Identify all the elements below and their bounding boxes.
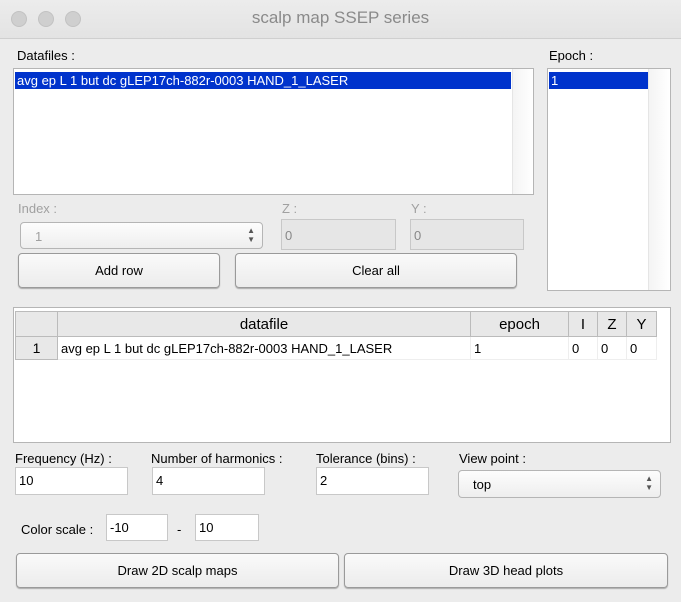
datafiles-scrollbar[interactable] xyxy=(512,69,533,194)
y-label: Y : xyxy=(411,201,427,216)
tolerance-field[interactable]: 2 xyxy=(316,467,429,495)
column-header-datafile[interactable]: datafile xyxy=(57,311,471,337)
updown-arrows-icon: ▲ ▼ xyxy=(645,474,653,492)
epoch-scrollbar[interactable] xyxy=(648,69,670,290)
column-header-epoch[interactable]: epoch xyxy=(470,311,569,337)
frequency-label: Frequency (Hz) : xyxy=(15,451,112,466)
z-field[interactable]: 0 xyxy=(281,219,396,250)
table-row[interactable]: 1 avg ep L 1 but dc gLEP17ch-882r-0003 H… xyxy=(15,336,657,360)
colorscale-separator: - xyxy=(177,522,182,537)
row-number[interactable]: 1 xyxy=(15,336,58,360)
index-value: 1 xyxy=(35,229,43,244)
epoch-item[interactable]: 1 xyxy=(549,72,648,89)
datafiles-label: Datafiles : xyxy=(17,48,75,63)
column-header-y[interactable]: Y xyxy=(626,311,657,337)
harmonics-label: Number of harmonics : xyxy=(151,451,283,466)
column-header-z[interactable]: Z xyxy=(597,311,627,337)
draw-3d-head-plots-button[interactable]: Draw 3D head plots xyxy=(344,553,668,588)
table-header: datafile epoch I Z Y xyxy=(15,311,657,337)
colorscale-label: Color scale : xyxy=(21,522,94,537)
index-label: Index : xyxy=(18,201,58,216)
column-header-i[interactable]: I xyxy=(568,311,598,337)
row-header-corner xyxy=(15,311,58,337)
colorscale-min-field[interactable]: -10 xyxy=(106,514,168,541)
harmonics-field[interactable]: 4 xyxy=(152,467,265,495)
series-table[interactable]: datafile epoch I Z Y 1 avg ep L 1 but dc… xyxy=(13,307,671,443)
draw-2d-scalp-maps-button[interactable]: Draw 2D scalp maps xyxy=(16,553,339,588)
epoch-listbox[interactable]: 1 xyxy=(547,68,671,291)
add-row-button[interactable]: Add row xyxy=(18,253,220,288)
colorscale-max-field[interactable]: 10 xyxy=(195,514,259,541)
tolerance-label: Tolerance (bins) : xyxy=(316,451,416,466)
cell-datafile[interactable]: avg ep L 1 but dc gLEP17ch-882r-0003 HAN… xyxy=(57,336,471,360)
z-label: Z : xyxy=(282,201,298,216)
cell-i[interactable]: 0 xyxy=(568,336,598,360)
viewpoint-label: View point : xyxy=(459,451,526,466)
updown-arrows-icon: ▲ ▼ xyxy=(247,226,255,244)
datafiles-listbox[interactable]: avg ep L 1 but dc gLEP17ch-882r-0003 HAN… xyxy=(13,68,534,195)
viewpoint-value: top xyxy=(473,477,492,492)
window-title: scalp map SSEP series xyxy=(251,8,430,27)
cell-epoch[interactable]: 1 xyxy=(470,336,569,360)
viewpoint-select[interactable]: top ▲ ▼ xyxy=(458,470,661,498)
index-select[interactable]: 1 ▲ ▼ xyxy=(20,222,263,249)
epoch-label: Epoch : xyxy=(549,48,594,63)
cell-z[interactable]: 0 xyxy=(597,336,627,360)
clear-all-button[interactable]: Clear all xyxy=(235,253,517,288)
frequency-field[interactable]: 10 xyxy=(15,467,128,495)
cell-y[interactable]: 0 xyxy=(626,336,657,360)
datafile-item[interactable]: avg ep L 1 but dc gLEP17ch-882r-0003 HAN… xyxy=(15,72,511,89)
y-field[interactable]: 0 xyxy=(410,219,524,250)
